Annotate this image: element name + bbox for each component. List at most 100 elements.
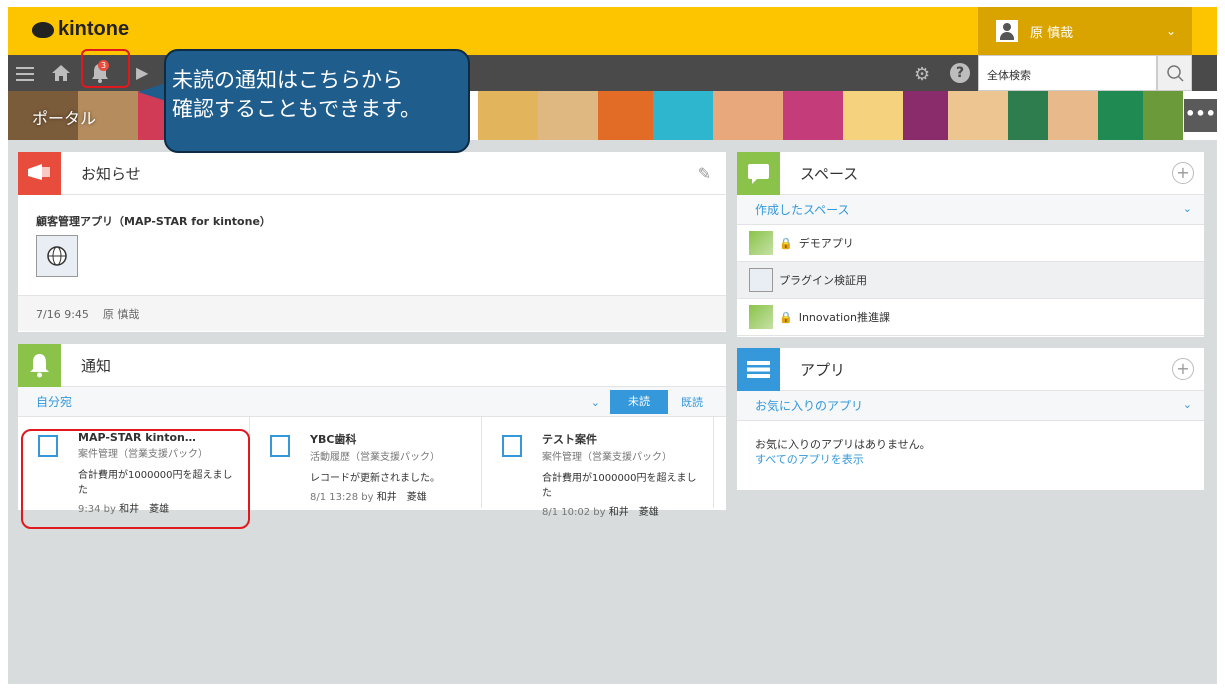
- notification-meta: 8/1 13:28 by 和井 菱雄: [310, 488, 471, 503]
- top-header: kintone 原 慎哉 ⌄: [8, 7, 1217, 55]
- banner-decoration: [948, 91, 1008, 140]
- global-search-input[interactable]: 全体検索: [978, 55, 1157, 91]
- apps-empty-message: お気に入りのアプリはありません。: [755, 438, 931, 451]
- user-name: 原 慎哉: [1030, 25, 1074, 41]
- space-item[interactable]: プラグイン検証用: [737, 262, 1204, 299]
- apps-panel-header: アプリ +: [737, 347, 1204, 391]
- notification-user[interactable]: 和井 菱雄: [377, 492, 427, 503]
- banner-decoration: [1008, 91, 1048, 140]
- banner-decoration: [843, 91, 903, 140]
- notice-panel: お知らせ ✎ 顧客管理アプリ（MAP-STAR for kintone） 7/1…: [18, 151, 726, 332]
- banner-decoration: [1143, 91, 1183, 140]
- play-icon[interactable]: ▶: [136, 63, 148, 82]
- chevron-down-icon: ⌄: [1182, 202, 1192, 215]
- globe-icon[interactable]: [36, 235, 78, 277]
- notice-time: 7/16 9:45: [36, 308, 89, 321]
- space-panel-header: スペース +: [737, 151, 1204, 195]
- portal-title: ポータル: [32, 109, 97, 128]
- space-name: Innovation推進課: [798, 311, 890, 324]
- user-avatar-icon: [996, 20, 1018, 42]
- apps-body: お気に入りのアプリはありません。 すべてのアプリを表示: [737, 421, 1204, 483]
- user-menu[interactable]: 原 慎哉 ⌄: [978, 7, 1192, 55]
- add-space-button[interactable]: +: [1172, 162, 1194, 184]
- space-name: デモアプリ: [798, 237, 854, 250]
- tab-unread[interactable]: 未読: [610, 390, 668, 414]
- kintone-logo[interactable]: kintone: [32, 18, 129, 41]
- space-item[interactable]: 🔒 Innovation推進課: [737, 299, 1204, 336]
- notification-filter[interactable]: 自分宛: [36, 393, 72, 410]
- banner-decoration: [903, 91, 948, 140]
- space-thumbnail: [749, 305, 773, 329]
- apps-panel: アプリ + お気に入りのアプリ ⌄ お気に入りのアプリはありません。 すべてのア…: [737, 347, 1204, 490]
- add-app-button[interactable]: +: [1172, 358, 1194, 380]
- notification-tabs: ⌄ 未読 既読: [591, 387, 716, 417]
- logo-text: kintone: [58, 18, 130, 40]
- callout-line-1: 未読の通知はこちらから: [172, 68, 403, 92]
- show-all-apps-link[interactable]: すべてのアプリを表示: [755, 452, 1186, 467]
- edit-document-icon: [270, 435, 290, 457]
- notification-title: 通知: [81, 356, 112, 375]
- banner-decoration: [653, 91, 713, 140]
- notification-by: by: [361, 492, 374, 503]
- more-options-button[interactable]: •••: [1184, 99, 1217, 132]
- tooltip-callout: 未読の通知はこちらから 確認することもできます。: [164, 49, 470, 153]
- notification-meta: 8/1 10:02 by 和井 菱雄: [542, 503, 703, 518]
- space-thumbnail: [749, 231, 773, 255]
- help-icon[interactable]: ?: [950, 63, 970, 83]
- notification-message: 合計費用が1000000円を超えました: [542, 473, 697, 499]
- apps-filter: お気に入りのアプリ: [755, 399, 864, 413]
- notice-title: お知らせ: [81, 164, 141, 183]
- space-item[interactable]: 🔒 デモアプリ: [737, 225, 1204, 262]
- chat-icon: [737, 151, 780, 195]
- gear-icon[interactable]: ⚙: [914, 64, 930, 85]
- kintone-logo-icon: [32, 21, 54, 38]
- card-highlight-box: [21, 429, 250, 529]
- notice-panel-header: お知らせ ✎: [18, 151, 726, 195]
- home-icon[interactable]: [52, 65, 70, 81]
- space-title: スペース: [800, 164, 859, 183]
- notification-card[interactable]: テスト案件 案件管理（営業支援パック） 合計費用が1000000円を超えました …: [482, 417, 714, 518]
- space-panel: スペース + 作成したスペース ⌄ 🔒 デモアプリ プラグイン検証用 🔒 Inn…: [737, 151, 1204, 337]
- banner-decoration: [713, 91, 783, 140]
- notification-user[interactable]: 和井 菱雄: [609, 507, 659, 518]
- notice-app-name: 顧客管理アプリ（MAP-STAR for kintone）: [36, 215, 271, 228]
- search-button[interactable]: [1157, 55, 1192, 91]
- chevron-down-icon[interactable]: ⌄: [591, 396, 600, 409]
- notice-author: 原 慎哉: [102, 308, 140, 321]
- notification-card[interactable]: YBC歯科 活動履歴（営業支援パック） レコードが更新されました。 8/1 13…: [250, 417, 482, 508]
- notification-time: 8/1 10:02: [542, 507, 591, 518]
- lock-icon: 🔒: [779, 236, 793, 250]
- document-icon: [502, 435, 522, 457]
- notice-body: 顧客管理アプリ（MAP-STAR for kintone）: [18, 195, 726, 296]
- chevron-down-icon: ⌄: [1165, 24, 1176, 38]
- list-icon: [737, 347, 780, 391]
- notification-record-title: YBC歯科: [310, 433, 357, 446]
- notification-app-name: 活動履歴（営業支援パック）: [310, 452, 440, 463]
- notification-message: レコードが更新されました。: [310, 473, 440, 484]
- notification-by: by: [593, 507, 606, 518]
- kintone-app: kintone 原 慎哉 ⌄ 3 ▶ ⚙ ? 全体検索 ポータル ••• お知ら…: [8, 7, 1217, 684]
- edit-icon[interactable]: ✎: [698, 164, 711, 183]
- banner-decoration: [1048, 91, 1098, 140]
- space-filter-bar[interactable]: 作成したスペース ⌄: [737, 195, 1204, 225]
- search-icon: [1167, 65, 1184, 82]
- banner-decoration: [538, 91, 598, 140]
- banner-decoration: [783, 91, 843, 140]
- callout-tail: [138, 83, 166, 101]
- apps-filter-bar[interactable]: お気に入りのアプリ ⌄: [737, 391, 1204, 421]
- apps-title: アプリ: [800, 360, 846, 379]
- bell-icon: [18, 343, 61, 387]
- notification-app-name: 案件管理（営業支援パック）: [542, 452, 672, 463]
- notification-time: 8/1 13:28: [310, 492, 359, 503]
- globe-icon: [749, 268, 773, 292]
- notice-footer: 7/16 9:45 原 慎哉: [18, 296, 726, 331]
- tab-read[interactable]: 既読: [668, 394, 716, 410]
- space-filter: 作成したスペース: [755, 203, 850, 217]
- megaphone-icon: [18, 151, 61, 195]
- banner-decoration: [598, 91, 653, 140]
- lock-icon: 🔒: [779, 310, 793, 324]
- notification-panel-header: 通知: [18, 343, 726, 387]
- callout-line-2: 確認することもできます。: [172, 97, 422, 121]
- banner-decoration: [478, 91, 538, 140]
- menu-icon[interactable]: [16, 67, 34, 85]
